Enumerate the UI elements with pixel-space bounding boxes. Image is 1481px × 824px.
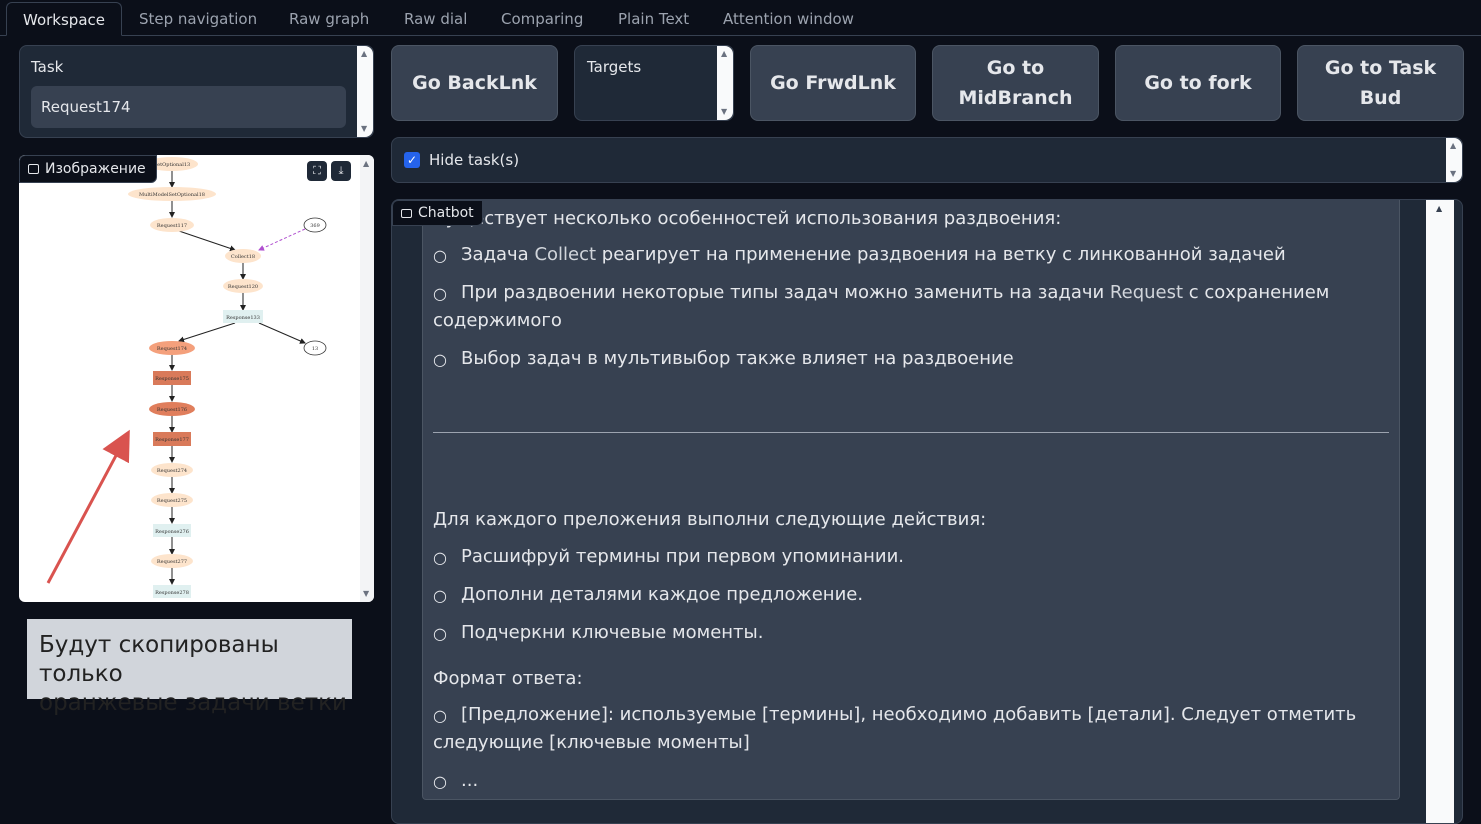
chatbot-label-text: Chatbot <box>418 205 474 221</box>
tab-workspace[interactable]: Workspace <box>6 2 122 36</box>
format-item-1-cont: следующие [ключевые моменты] <box>433 732 750 753</box>
chat-message: Существует несколько особенностей исполь… <box>422 200 1400 800</box>
targets-panel[interactable]: Targets ▲ ▼ <box>574 45 734 121</box>
hide-tasks-scrollbar[interactable]: ▲ ▼ <box>1446 138 1462 182</box>
go-to-midbranch-button[interactable]: Go to MidBranch <box>932 45 1099 121</box>
chat-intro: Существует несколько особенностей исполь… <box>433 208 1062 229</box>
graph-node-collect: Collect18 <box>231 254 255 260</box>
task-scrollbar[interactable]: ▲ ▼ <box>357 46 373 137</box>
caption-line-1: Будут скопированы только <box>39 632 279 687</box>
go-to-fork-button[interactable]: Go to fork <box>1115 45 1281 121</box>
graph-node-request277: Request277 <box>157 559 187 565</box>
tab-bar: Workspace Step navigation Raw graph Raw … <box>0 0 1481 36</box>
bullet-marker: ○ <box>433 706 447 725</box>
chatbot-label: Chatbot <box>392 200 483 226</box>
image-label-text: Изображение <box>45 161 146 177</box>
bullet1-part-a: Задача <box>461 244 535 265</box>
bullet2-part-c: с сохранением <box>1183 282 1330 303</box>
image-icon <box>28 164 39 174</box>
tab-raw-dial[interactable]: Raw dial <box>404 2 467 36</box>
graph-node-setoptional: SetOptional13 <box>154 162 190 168</box>
actions-intro: Для каждого преложения выполни следующие… <box>433 509 987 530</box>
chat-bullet-2: При раздвоении некоторые типы задач можн… <box>461 282 1329 303</box>
bullet-marker: ○ <box>433 350 447 369</box>
tab-raw-graph[interactable]: Raw graph <box>289 2 369 36</box>
targets-scrollbar[interactable]: ▲ ▼ <box>717 46 733 120</box>
action-2: Дополни деталями каждое предложение. <box>461 584 864 605</box>
task-panel: Task Request174 ▲ ▼ <box>19 45 374 138</box>
graph-node-request117: Request117 <box>157 223 187 229</box>
go-to-task-bud-button[interactable]: Go to Task Bud <box>1297 45 1464 121</box>
bullet-marker: ○ <box>433 548 447 567</box>
chat-bubble-icon <box>401 208 412 218</box>
divider <box>433 432 1389 433</box>
taskbud-line-1: Go to Task <box>1324 57 1437 79</box>
task-graph: SetOptional13 MultiModelSetOptional18 Re… <box>46 157 327 598</box>
bullet-marker: ○ <box>433 586 447 605</box>
chat-scrollbar[interactable]: ▲ <box>1426 200 1454 823</box>
graph-node-request275: Request275 <box>157 498 187 504</box>
action-1: Расшифруй термины при первом упоминании. <box>461 546 905 567</box>
chat-bullet-3: Выбор задач в мультивыбор также влияет н… <box>461 348 1014 369</box>
chat-bullet-2-cont: содержимого <box>433 310 562 331</box>
go-backlink-button[interactable]: Go BackLnk <box>391 45 558 121</box>
task-label: Task <box>31 58 64 76</box>
format-label: Формат ответа: <box>433 668 583 689</box>
red-annotation-arrow <box>46 429 130 584</box>
bullet1-part-c: реагирует на применение раздвоения на ве… <box>596 244 1286 265</box>
hide-tasks-checkbox[interactable]: ✓ <box>404 152 420 168</box>
format-item-2: ... <box>461 770 479 791</box>
bullet-marker: ○ <box>433 772 447 791</box>
graph-node-response177: Response177 <box>155 437 189 443</box>
midbranch-line-1: Go to <box>986 57 1045 79</box>
bullet-marker: ○ <box>433 246 447 265</box>
midbranch-line-2: MidBranch <box>958 87 1073 109</box>
graph-node-13: 13 <box>312 346 318 352</box>
graph-image-panel: SetOptional13 MultiModelSetOptional18 Re… <box>19 155 374 602</box>
chatbot-panel: Существует несколько особенностей исполь… <box>391 199 1463 824</box>
graph-node-response276: Response276 <box>155 529 189 535</box>
format-item-1: [Предложение]: используемые [термины], н… <box>461 704 1357 725</box>
image-scrollbar[interactable]: ▲ ▼ <box>360 155 374 602</box>
fullscreen-icon[interactable]: ⛶ <box>307 161 327 181</box>
graph-node-request120: Request120 <box>228 284 258 290</box>
task-input[interactable]: Request174 <box>31 86 346 128</box>
bullet1-part-b: Collect <box>534 244 597 265</box>
graph-node-request274: Request274 <box>157 468 187 474</box>
targets-label: Targets <box>587 58 642 76</box>
graph-node-request174: Request174 <box>157 346 187 352</box>
image-label: Изображение <box>19 155 157 183</box>
go-frwdlink-button[interactable]: Go FrwdLnk <box>750 45 916 121</box>
tab-plain-text[interactable]: Plain Text <box>618 2 689 36</box>
chat-bullet-1: Задача Collect реагирует на применение р… <box>461 244 1286 265</box>
graph-node-request176: Request176 <box>157 407 187 413</box>
copy-note-caption: Будут скопированы только оранжевые задач… <box>27 619 352 716</box>
action-3: Подчеркни ключевые моменты. <box>461 622 764 643</box>
graph-node-response278: Response278 <box>155 590 189 596</box>
bullet2-part-a: При раздвоении некоторые типы задач можн… <box>461 282 1110 303</box>
graph-node-369: 369 <box>310 223 320 229</box>
graph-node-response133: Response133 <box>226 315 260 321</box>
graph-node-multimodel: MultiModelSetOptional18 <box>139 192 205 198</box>
hide-tasks-panel: ✓ Hide task(s) ▲ ▼ <box>391 137 1463 183</box>
taskbud-line-2: Bud <box>1359 87 1402 109</box>
tab-comparing[interactable]: Comparing <box>501 2 583 36</box>
bullet2-part-b: Request <box>1109 282 1184 303</box>
caption-line-2: оранжевые задачи ветки <box>39 690 347 716</box>
bullet-marker: ○ <box>433 284 447 303</box>
tab-attention-window[interactable]: Attention window <box>723 2 854 36</box>
tab-step-navigation[interactable]: Step navigation <box>139 2 257 36</box>
download-icon[interactable]: ⤓ <box>331 161 351 181</box>
graph-node-response175: Response175 <box>155 376 189 382</box>
bullet-marker: ○ <box>433 624 447 643</box>
hide-tasks-label: Hide task(s) <box>429 151 520 169</box>
